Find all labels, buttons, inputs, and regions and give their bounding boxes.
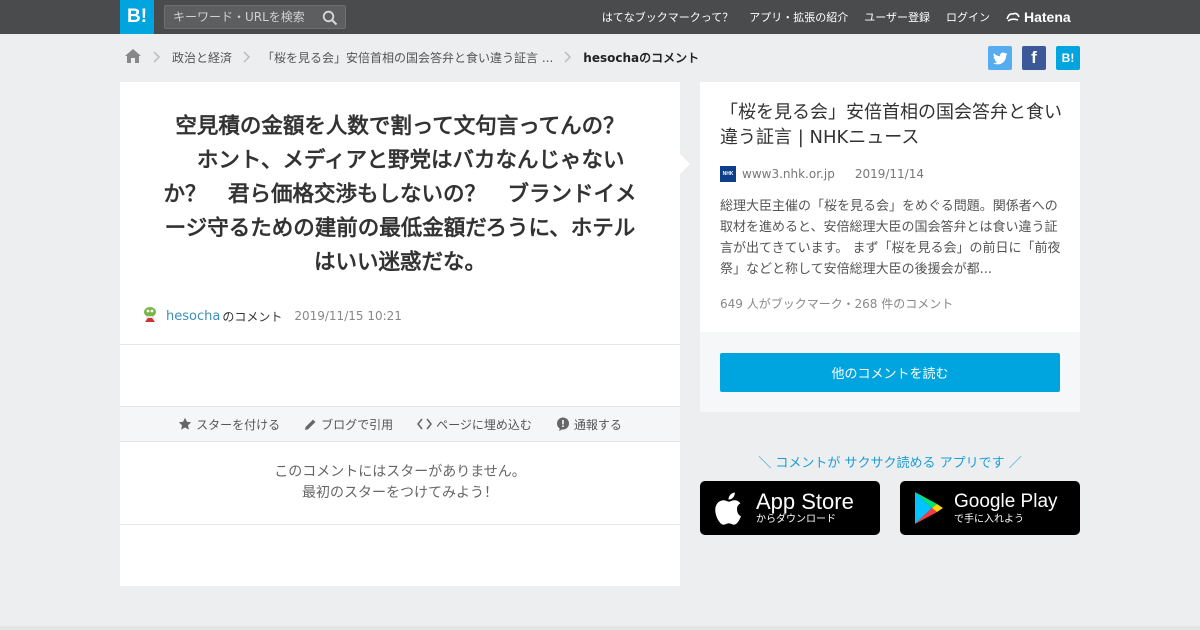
entry-description: 総理大臣主催の「桜を見る会」をめぐる問題。関係者への取材を進めると、安倍総理大臣… <box>720 199 1061 277</box>
entry-summary: 「桜を見る会」安倍首相の国会答弁と食い違う証言 | NHKニュース NHK ww… <box>700 82 1080 332</box>
comment-text: 空見積の金額を人数で割って文句言ってんの？ ホント、メディアと野党はバカなんじゃ… <box>163 114 637 275</box>
app-store-title: App Store <box>756 489 854 514</box>
entry-domain[interactable]: www3.nhk.or.jp <box>742 167 835 181</box>
comment-card: 空見積の金額を人数で割って文句言ってんの？ ホント、メディアと野党はバカなんじゃ… <box>120 82 690 586</box>
entry-title[interactable]: 「桜を見る会」安倍首相の国会答弁と食い違う証言 | NHKニュース <box>720 100 1065 150</box>
add-star-label: スターを付ける <box>196 417 281 432</box>
entry-source: NHK www3.nhk.or.jp 2019/11/14 <box>720 166 924 182</box>
app-store-button[interactable]: App Store からダウンロード <box>700 481 880 535</box>
home-icon[interactable] <box>124 48 142 67</box>
nav-about[interactable]: はてなブックマークって？ <box>602 9 733 25</box>
entry-card: 「桜を見る会」安倍首相の国会答弁と食い違う証言 | NHKニュース NHK ww… <box>700 82 1080 412</box>
chevron-right-icon <box>236 46 258 68</box>
divider <box>120 524 680 525</box>
twitter-share-button[interactable] <box>988 46 1012 70</box>
embed-button[interactable]: ページに埋め込む <box>417 416 532 433</box>
entry-counts: 649 人がブックマーク・268 件のコメント <box>720 297 954 311</box>
footer-edge <box>0 626 1200 630</box>
google-play-icon <box>915 492 943 524</box>
no-stars-line-2: 最初のスターをつけてみよう！ <box>302 485 498 501</box>
app-promo-text: ＼ コメントが サクサク読める アプリです ／ <box>758 456 1022 471</box>
facebook-share-button[interactable]: f <box>1022 46 1046 70</box>
hatebu-share-button[interactable]: B! <box>1056 46 1080 70</box>
breadcrumb-entry[interactable]: 「桜を見る会」安倍首相の国会答弁と食い違う証言 ... <box>262 49 553 66</box>
hatebu-icon: B! <box>1061 51 1075 65</box>
apple-icon <box>715 492 741 525</box>
facebook-icon: f <box>1031 48 1037 67</box>
blog-quote-button[interactable]: ブログで引用 <box>304 416 393 433</box>
comment-user-link[interactable]: hesocha <box>166 309 220 324</box>
nhk-favicon: NHK <box>720 166 736 182</box>
hatena-label: Hatena <box>1024 9 1071 25</box>
comment-user-suffix: のコメント <box>222 309 283 324</box>
app-store-sub: からダウンロード <box>756 514 836 525</box>
divider <box>120 344 680 345</box>
google-play-text: Google Play で手に入れよう <box>954 490 1058 526</box>
comment-actions: スターを付ける ブログで引用 ページに埋め込む 通報する <box>120 406 680 442</box>
report-label: 通報する <box>573 417 622 432</box>
app-store-text: App Store からダウンロード <box>756 490 854 526</box>
star-icon <box>178 417 192 430</box>
code-icon <box>417 418 433 430</box>
search-box <box>164 5 346 29</box>
chevron-right-icon <box>557 46 579 68</box>
nav-register[interactable]: ユーザー登録 <box>864 9 930 25</box>
entry-date: 2019/11/14 <box>854 167 924 181</box>
google-play-title: Google Play <box>954 491 1058 512</box>
hatebu-logo[interactable]: B! <box>120 0 154 34</box>
global-nav: はてなブックマークって？ アプリ・拡張の紹介 ユーザー登録 ログイン <box>602 0 990 34</box>
breadcrumb-category[interactable]: 政治と経済 <box>172 49 232 66</box>
google-play-sub: で手に入れよう <box>954 514 1024 525</box>
nav-apps[interactable]: アプリ・拡張の紹介 <box>749 9 848 25</box>
breadcrumb-current: hesochaのコメント <box>583 50 700 65</box>
add-star-button[interactable]: スターを付ける <box>178 416 280 433</box>
twitter-icon <box>992 52 1008 64</box>
hatena-logo-icon <box>1006 12 1020 22</box>
search-input[interactable] <box>165 6 315 28</box>
chevron-right-icon <box>146 46 168 68</box>
no-stars-line-1: このコメントにはスターがありません。 <box>274 464 526 480</box>
comment-date[interactable]: 2019/11/15 10:21 <box>294 309 402 323</box>
search-icon[interactable] <box>322 10 338 26</box>
report-icon <box>556 417 569 431</box>
embed-label: ページに埋め込む <box>436 417 532 432</box>
no-stars-message: このコメントにはスターがありません。 最初のスターをつけてみよう！ <box>120 462 680 504</box>
pencil-icon <box>305 419 316 430</box>
avatar[interactable] <box>140 304 160 328</box>
comment-meta: hesocha のコメント 2019/11/15 10:21 <box>140 304 402 328</box>
global-header: B! はてなブックマークって？ アプリ・拡張の紹介 ユーザー登録 ログイン Ha… <box>0 0 1200 34</box>
read-other-comments-button[interactable]: 他のコメントを読む <box>720 353 1060 392</box>
hatena-link[interactable]: Hatena <box>1006 0 1071 34</box>
breadcrumb: 政治と経済 「桜を見る会」安倍首相の国会答弁と食い違う証言 ... hesoch… <box>124 46 699 68</box>
google-play-button[interactable]: Google Play で手に入れよう <box>900 481 1080 535</box>
report-button[interactable]: 通報する <box>556 416 622 433</box>
blog-quote-label: ブログで引用 <box>321 417 394 432</box>
nav-login[interactable]: ログイン <box>946 9 990 25</box>
